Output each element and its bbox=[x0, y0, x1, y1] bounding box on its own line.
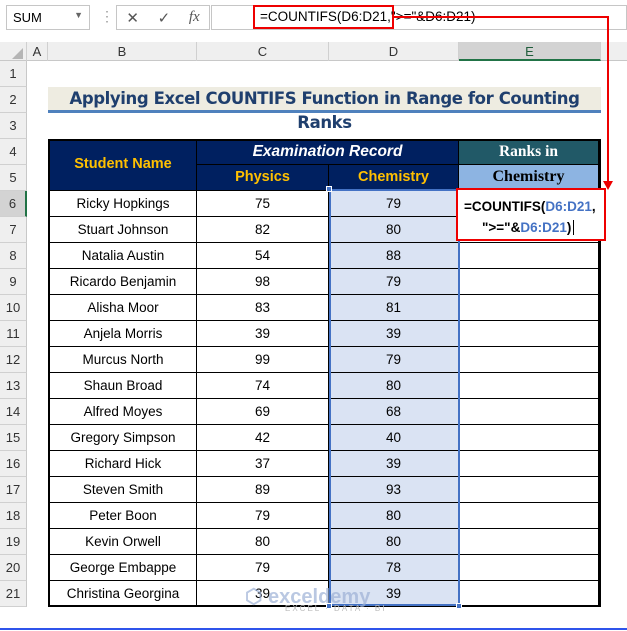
formula-part: ) bbox=[566, 220, 572, 235]
red-arrow bbox=[394, 16, 613, 190]
range-ref: D6:D21 bbox=[545, 199, 592, 214]
text-cursor bbox=[573, 220, 575, 235]
logo-tagline: EXCEL · DATA · BI bbox=[285, 604, 387, 613]
range-ref: D6:D21 bbox=[520, 220, 567, 235]
window-border bbox=[0, 628, 627, 630]
formula-part: =COUNTIFS( bbox=[464, 199, 546, 214]
formula-part: ">="& bbox=[482, 220, 521, 235]
formula-part: , bbox=[591, 199, 596, 214]
cell-e6-editor[interactable]: =COUNTIFS(D6:D21, ">="&D6:D21) bbox=[456, 188, 606, 241]
